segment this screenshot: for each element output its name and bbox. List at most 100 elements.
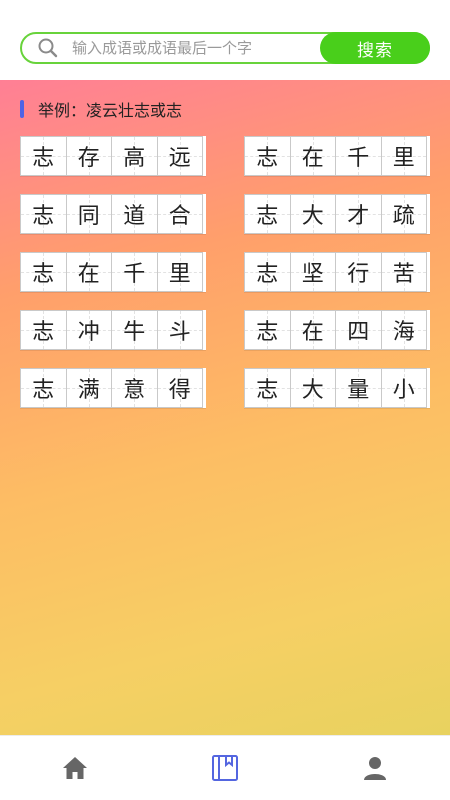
- idiom-character-cell: 坚: [289, 252, 336, 292]
- search-button[interactable]: 搜索: [320, 32, 430, 64]
- idiom-character-cell: 千: [335, 136, 382, 176]
- idiom-character-cell: 冲: [65, 310, 112, 350]
- search-icon: [36, 36, 60, 60]
- bottom-nav: [0, 735, 450, 800]
- idiom-character-cell: 志: [244, 310, 291, 350]
- idiom-character-cell: 志: [244, 368, 291, 408]
- idiom-card[interactable]: 志坚行苦: [244, 252, 430, 292]
- idiom-card[interactable]: 志大才疏: [244, 194, 430, 234]
- idiom-character: 志: [256, 146, 279, 171]
- idiom-card[interactable]: 志同道合: [20, 194, 206, 234]
- idiom-character: 志: [32, 320, 55, 345]
- idiom-character: 志: [32, 146, 55, 171]
- idiom-character: 海: [392, 320, 415, 345]
- idiom-character-cell: 疏: [380, 194, 427, 234]
- idiom-character-cell: 牛: [111, 310, 158, 350]
- idiom-character: 千: [347, 146, 370, 171]
- idiom-character-cell: 同: [65, 194, 112, 234]
- idiom-character: 斗: [168, 320, 191, 345]
- idiom-character: 疏: [392, 204, 415, 229]
- idiom-character-cell: 志: [244, 252, 291, 292]
- idiom-character: 牛: [123, 320, 146, 345]
- example-marker: [20, 100, 24, 118]
- search-input[interactable]: [72, 34, 312, 62]
- idiom-character-cell: 苦: [380, 252, 427, 292]
- idiom-character: 苦: [392, 262, 415, 287]
- idiom-character-cell: 在: [65, 252, 112, 292]
- search-bar: 搜索: [20, 32, 430, 64]
- example-text: 举例：凌云壮志或志: [38, 97, 182, 121]
- idiom-character: 意: [123, 378, 146, 403]
- idiom-character: 大: [301, 378, 324, 403]
- idiom-card[interactable]: 志满意得: [20, 368, 206, 408]
- idiom-character: 存: [77, 146, 100, 171]
- idiom-character: 满: [77, 378, 100, 403]
- idiom-character: 大: [301, 204, 324, 229]
- nav-home[interactable]: [35, 738, 115, 798]
- idiom-character-cell: 里: [380, 136, 427, 176]
- example-prefix: 举例：: [38, 101, 87, 120]
- idiom-card[interactable]: 志大量小: [244, 368, 430, 408]
- example-line: 举例：凌云壮志或志: [20, 98, 182, 120]
- idiom-character: 小: [392, 378, 415, 403]
- idiom-character: 里: [392, 146, 415, 171]
- idiom-card[interactable]: 志在千里: [20, 252, 206, 292]
- idiom-character: 志: [32, 378, 55, 403]
- idiom-character: 志: [256, 204, 279, 229]
- idiom-character-cell: 志: [20, 136, 67, 176]
- idiom-character-cell: 志: [20, 310, 67, 350]
- idiom-character-cell: 海: [380, 310, 427, 350]
- idiom-character-cell: 斗: [156, 310, 203, 350]
- nav-dictionary[interactable]: [185, 738, 265, 798]
- idiom-character-cell: 满: [65, 368, 112, 408]
- idiom-character-cell: 在: [289, 310, 336, 350]
- idiom-character-cell: 道: [111, 194, 158, 234]
- idiom-character-cell: 在: [289, 136, 336, 176]
- idiom-character: 在: [77, 262, 100, 287]
- idiom-character: 行: [347, 262, 370, 287]
- idiom-character: 才: [347, 204, 370, 229]
- idiom-character-cell: 高: [111, 136, 158, 176]
- idiom-character: 高: [123, 146, 146, 171]
- idiom-character-cell: 志: [20, 194, 67, 234]
- idiom-character-cell: 行: [335, 252, 382, 292]
- idiom-character-cell: 四: [335, 310, 382, 350]
- book-icon: [212, 755, 238, 781]
- idiom-character: 道: [123, 204, 146, 229]
- idiom-character: 坚: [301, 262, 324, 287]
- idiom-character-cell: 小: [380, 368, 427, 408]
- idiom-content: 举例：凌云壮志或志 志存高远志在千里志同道合志大才疏志在千里志坚行苦志冲牛斗志在…: [0, 80, 450, 735]
- idiom-character-cell: 志: [20, 368, 67, 408]
- idiom-character: 同: [77, 204, 100, 229]
- idiom-character: 志: [32, 262, 55, 287]
- idiom-card[interactable]: 志在千里: [244, 136, 430, 176]
- idiom-character-cell: 志: [244, 194, 291, 234]
- nav-profile[interactable]: [335, 738, 415, 798]
- idiom-character-cell: 合: [156, 194, 203, 234]
- idiom-character-cell: 意: [111, 368, 158, 408]
- user-icon: [364, 757, 386, 780]
- home-icon: [63, 757, 87, 779]
- idiom-character: 量: [347, 378, 370, 403]
- idiom-character-cell: 志: [20, 252, 67, 292]
- idiom-character-cell: 大: [289, 368, 336, 408]
- idiom-character: 志: [256, 378, 279, 403]
- idiom-character: 里: [168, 262, 191, 287]
- idiom-character-cell: 志: [244, 136, 291, 176]
- idiom-character: 冲: [77, 320, 100, 345]
- idiom-card[interactable]: 志存高远: [20, 136, 206, 176]
- idiom-character-cell: 远: [156, 136, 203, 176]
- idiom-character: 合: [168, 204, 191, 229]
- idiom-character: 志: [256, 262, 279, 287]
- idiom-character: 在: [301, 146, 324, 171]
- idiom-character: 志: [256, 320, 279, 345]
- idiom-character-cell: 大: [289, 194, 336, 234]
- idiom-character: 远: [168, 146, 191, 171]
- idiom-card[interactable]: 志冲牛斗: [20, 310, 206, 350]
- idiom-character: 在: [301, 320, 324, 345]
- idiom-character-cell: 量: [335, 368, 382, 408]
- idiom-character-cell: 千: [111, 252, 158, 292]
- idiom-card[interactable]: 志在四海: [244, 310, 430, 350]
- example-value: 凌云壮志或志: [86, 101, 183, 120]
- idiom-character-cell: 得: [156, 368, 203, 408]
